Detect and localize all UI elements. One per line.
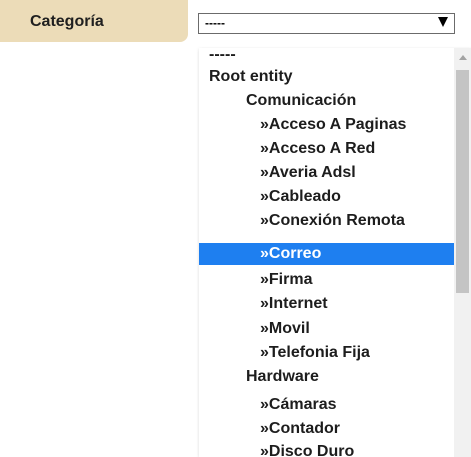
categoria-select[interactable]: ----- [198,13,455,34]
option-acceso-a-red[interactable]: »Acceso A Red [199,138,454,160]
form-page: Categoría ----- ----- Root entity Comuni… [0,0,471,457]
option-root-entity[interactable]: Root entity [199,66,454,88]
option-comunicacion[interactable]: Comunicación [199,90,454,112]
option-correo[interactable]: »Correo [199,243,454,265]
scrollbar-thumb[interactable] [456,70,469,293]
option-firma[interactable]: »Firma [199,269,454,291]
select-current-value: ----- [205,16,225,30]
option-empty[interactable]: ----- [199,48,454,66]
option-hardware[interactable]: Hardware [199,366,454,388]
option-telefonia-fija[interactable]: »Telefonia Fija [199,342,454,364]
categoria-label: Categoría [0,0,188,42]
scroll-up-arrow-icon[interactable] [459,55,467,60]
option-cableado[interactable]: »Cableado [199,186,454,208]
option-contador[interactable]: »Contador [199,418,454,440]
option-camaras[interactable]: »Cámaras [199,394,454,416]
dropdown-arrow-icon[interactable] [438,17,448,27]
option-disco-duro[interactable]: »Disco Duro [199,441,454,457]
dropdown-scrollbar[interactable] [454,48,471,457]
option-conexion-remota[interactable]: »Conexión Remota [199,210,454,232]
option-movil[interactable]: »Movil [199,318,454,340]
categoria-dropdown-list[interactable]: ----- Root entity Comunicación »Acceso A… [199,48,471,457]
option-acceso-a-paginas[interactable]: »Acceso A Paginas [199,114,454,136]
option-averia-adsl[interactable]: »Averia Adsl [199,162,454,184]
option-internet[interactable]: »Internet [199,293,454,315]
